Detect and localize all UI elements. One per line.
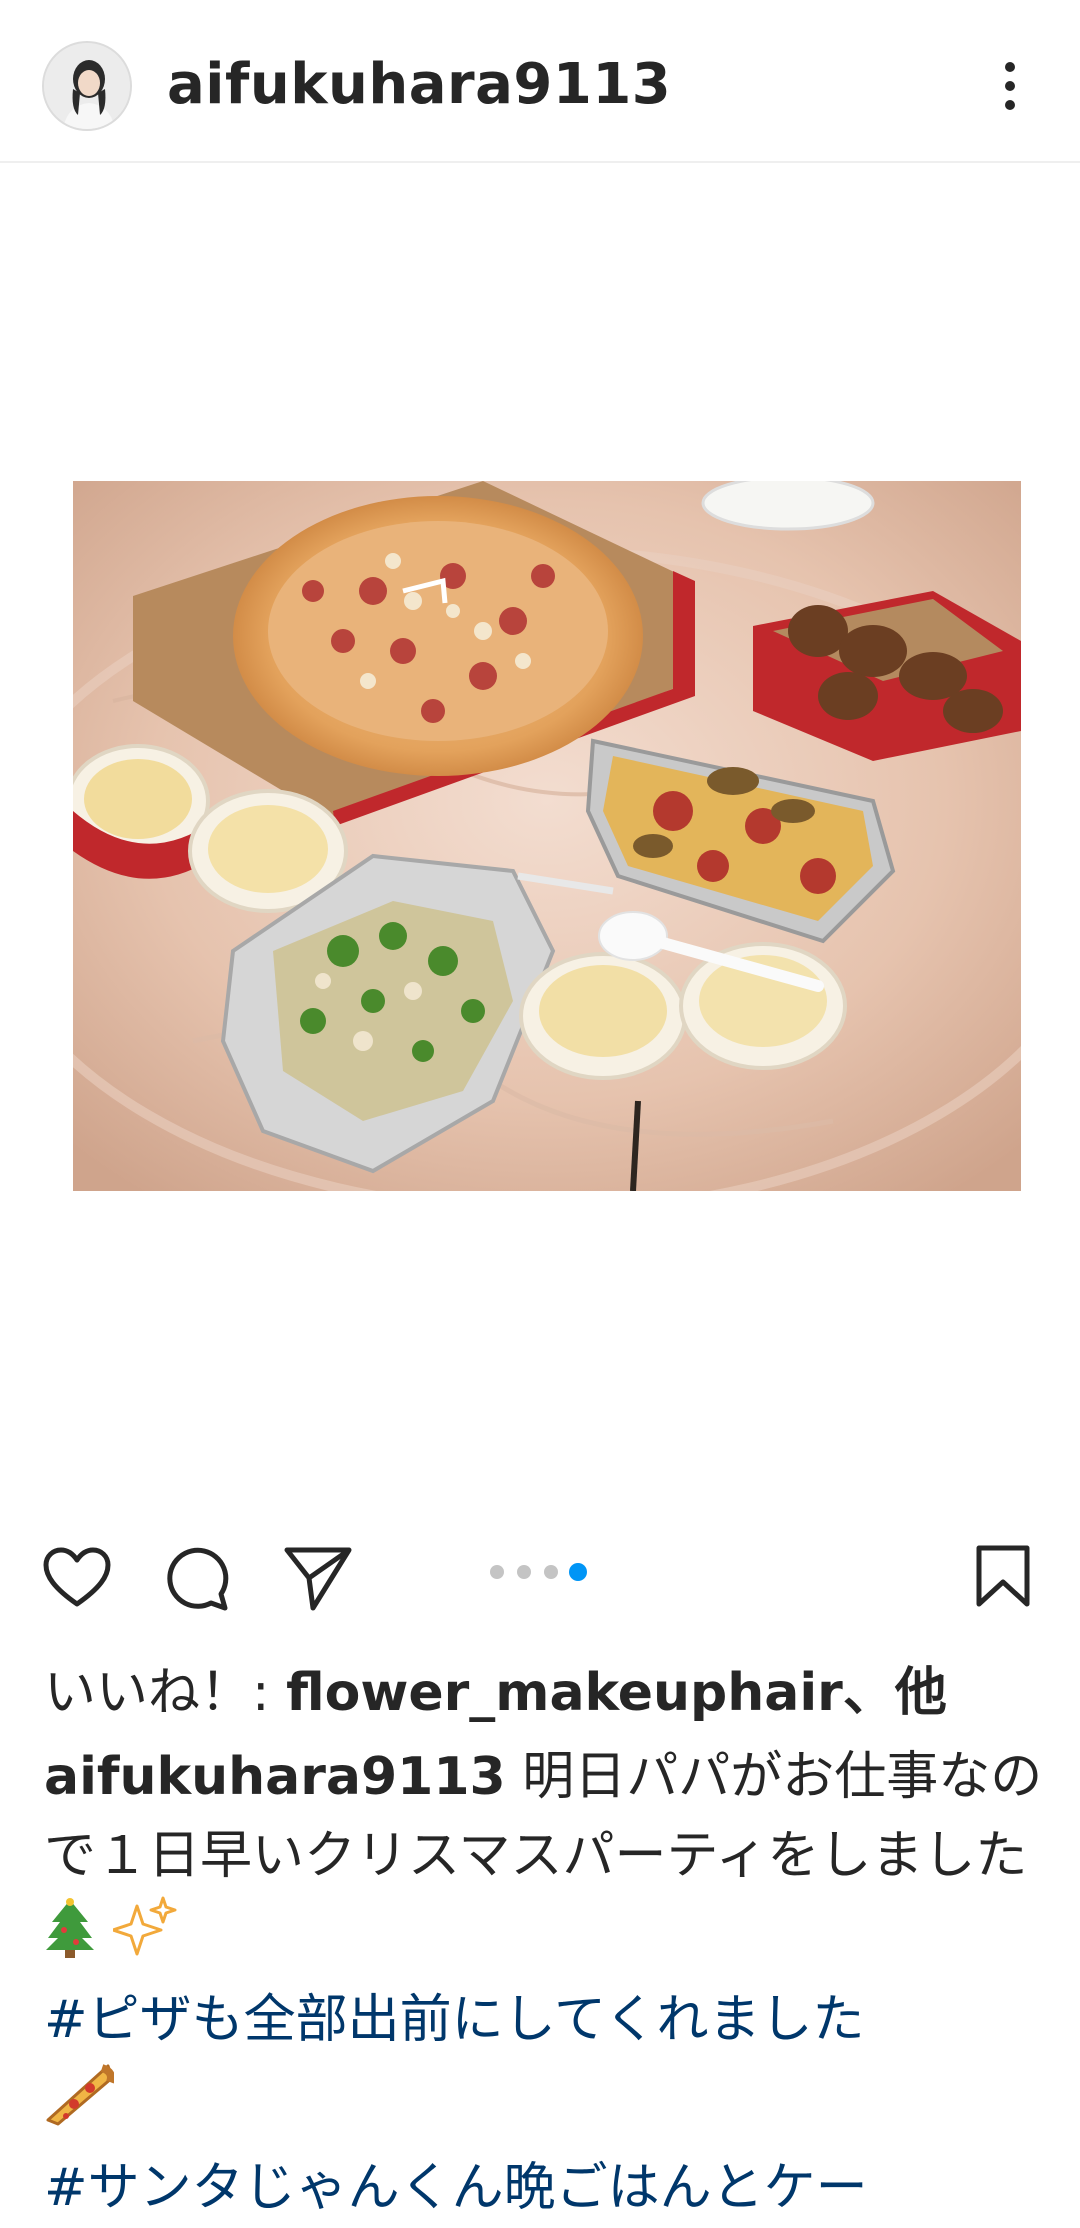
carousel-dot <box>517 1565 531 1579</box>
likes-prefix: いいね！: <box>44 1663 287 1723</box>
share-send-icon[interactable] <box>283 1544 353 1616</box>
post-username[interactable]: aifukuhara9113 <box>167 52 671 117</box>
pizza-icon <box>44 2060 115 2149</box>
post-header: aifukuhara9113 <box>0 0 1080 163</box>
christmas-tree-icon <box>44 1896 96 1981</box>
sparkles-icon <box>111 1896 179 1981</box>
more-options-icon[interactable] <box>990 58 1030 114</box>
carousel-dot-active <box>569 1563 587 1581</box>
save-bookmark-icon[interactable] <box>975 1544 1031 1612</box>
post-photo[interactable] <box>73 481 1021 1191</box>
hashtag-link[interactable]: #ピザも全部出前にしてくれました <box>44 1990 864 2050</box>
avatar[interactable] <box>42 41 132 131</box>
carousel-dot <box>544 1565 558 1579</box>
carousel-dot <box>490 1565 504 1579</box>
like-heart-icon[interactable] <box>42 1546 112 1614</box>
caption-author[interactable]: aifukuhara9113 <box>44 1747 506 1807</box>
liker-username[interactable]: flower_makeuphair <box>286 1663 843 1723</box>
likes-line[interactable]: いいね！: flower_makeuphair、他 <box>44 1650 947 1725</box>
comment-icon[interactable] <box>163 1544 231 1616</box>
hashtag-link[interactable]: #サンタじゃんくん晩ごはんとケー <box>44 2158 868 2218</box>
likes-suffix: 、他 <box>842 1663 947 1723</box>
post-caption: aifukuhara9113 明日パパがお仕事なので１日早いクリスマスパーティを… <box>44 1738 1044 2228</box>
